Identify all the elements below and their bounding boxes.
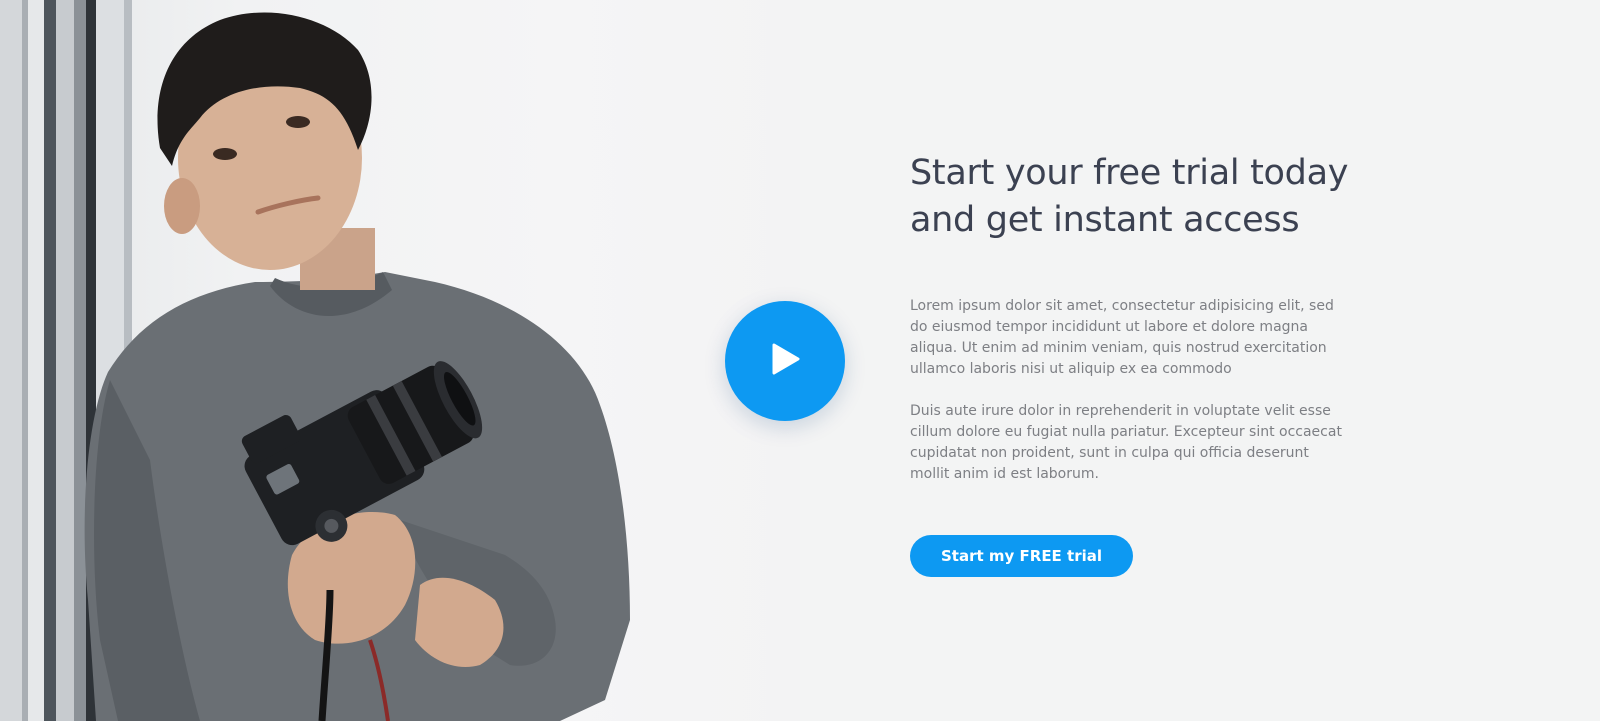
hero-photo bbox=[0, 0, 800, 721]
headline: Start your free trial today and get inst… bbox=[910, 153, 1349, 240]
trial-content-panel: Start your free trial today and get inst… bbox=[910, 150, 1360, 577]
play-video-button[interactable] bbox=[725, 301, 845, 421]
play-icon bbox=[768, 341, 802, 381]
detail-paragraph: Duis aute irure dolor in reprehenderit i… bbox=[910, 403, 1342, 482]
intro-paragraph: Lorem ipsum dolor sit amet, consectetur … bbox=[910, 298, 1334, 377]
start-free-trial-button[interactable]: Start my FREE trial bbox=[910, 535, 1134, 577]
photographer-illustration bbox=[0, 0, 630, 721]
